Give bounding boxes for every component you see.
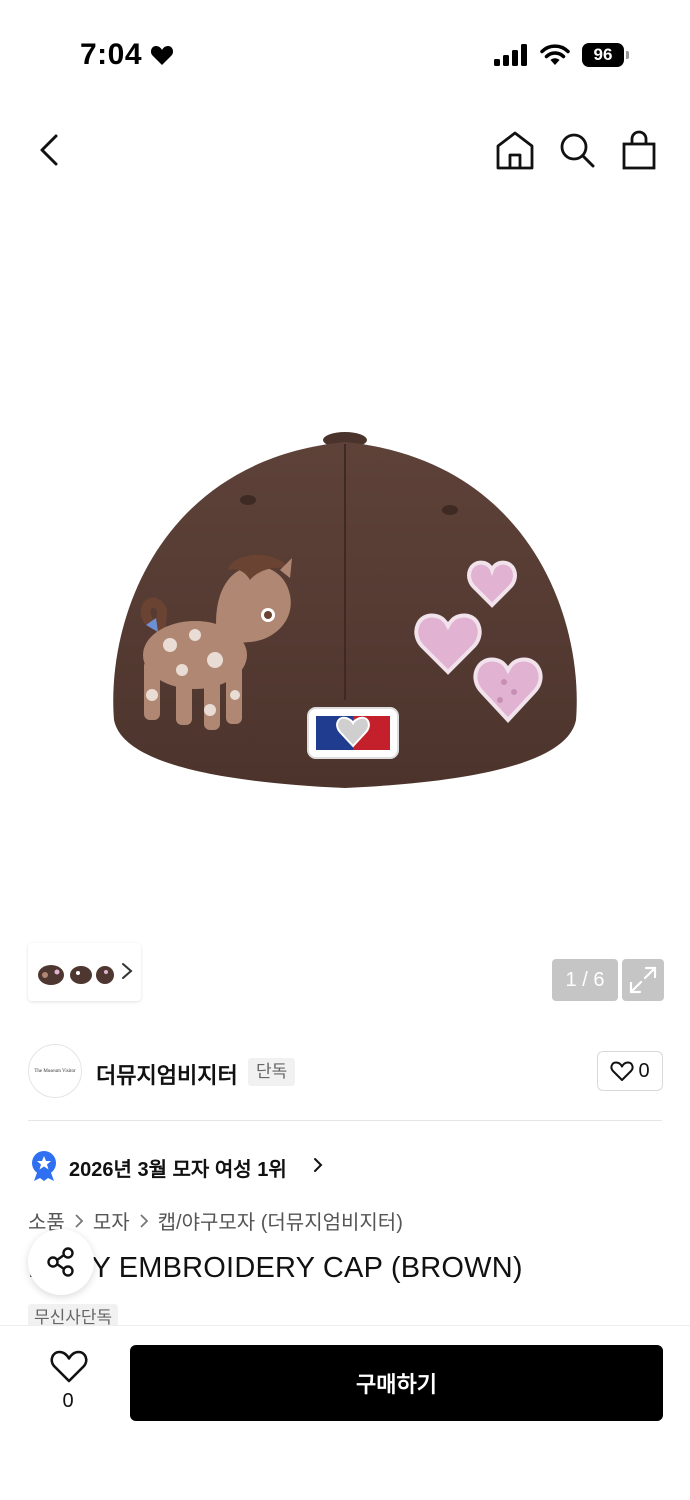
brand-name[interactable]: 더뮤지엄비지터 (96, 1058, 238, 1090)
battery-icon: 96 (582, 43, 630, 67)
brand-like-count: 0 (638, 1059, 650, 1082)
brand-like-button[interactable]: 0 (597, 1051, 663, 1091)
share-icon (47, 1247, 74, 1277)
back-arrow-icon[interactable] (28, 128, 72, 172)
thumbnail-image[interactable] (36, 957, 66, 987)
heart-outline-icon (610, 1061, 634, 1081)
heart-outline-icon[interactable] (50, 1348, 88, 1384)
status-bar: 7:04 96 (0, 0, 690, 110)
wifi-icon (540, 44, 570, 65)
breadcrumb: 소품 모자 캡/야구모자 (더뮤지엄비지터) (28, 1206, 403, 1235)
signal-icon (494, 44, 527, 66)
battery-level: 96 (582, 43, 624, 67)
exclusive-badge: 단독 (248, 1058, 296, 1086)
thumbnail-image[interactable] (90, 957, 120, 987)
heart-icon (150, 46, 174, 65)
ranking-link[interactable]: 2026년 3월 모자 여성 1위 (69, 1153, 287, 1182)
share-button[interactable] (28, 1229, 94, 1295)
chevron-right-icon (139, 1213, 148, 1228)
expand-icon[interactable] (622, 959, 664, 1001)
shopping-bag-icon[interactable] (618, 128, 660, 172)
breadcrumb-item[interactable]: 캡/야구모자 (더뮤지엄비지터) (158, 1206, 403, 1235)
product-like-count: 0 (62, 1390, 74, 1412)
chevron-right-icon (75, 1213, 84, 1228)
divider (28, 1120, 662, 1121)
thumbnail-strip[interactable] (28, 943, 141, 1001)
chevron-right-icon[interactable] (312, 1156, 324, 1174)
brand-logo[interactable]: The Museum Visitor (28, 1044, 82, 1098)
buy-button[interactable]: 구매하기 (130, 1345, 663, 1421)
product-image[interactable] (100, 420, 590, 800)
award-badge-icon (32, 1151, 56, 1181)
home-icon[interactable] (494, 128, 536, 172)
status-time: 7:04 (80, 38, 143, 71)
brand-logo-text: The Museum Visitor (34, 1068, 76, 1074)
breadcrumb-item[interactable]: 모자 (93, 1206, 130, 1235)
image-counter: 1 / 6 (552, 959, 618, 1001)
search-icon[interactable] (556, 128, 598, 172)
product-title: PONY EMBROIDERY CAP (BROWN) (28, 1252, 523, 1284)
chevron-right-icon[interactable] (120, 961, 134, 981)
